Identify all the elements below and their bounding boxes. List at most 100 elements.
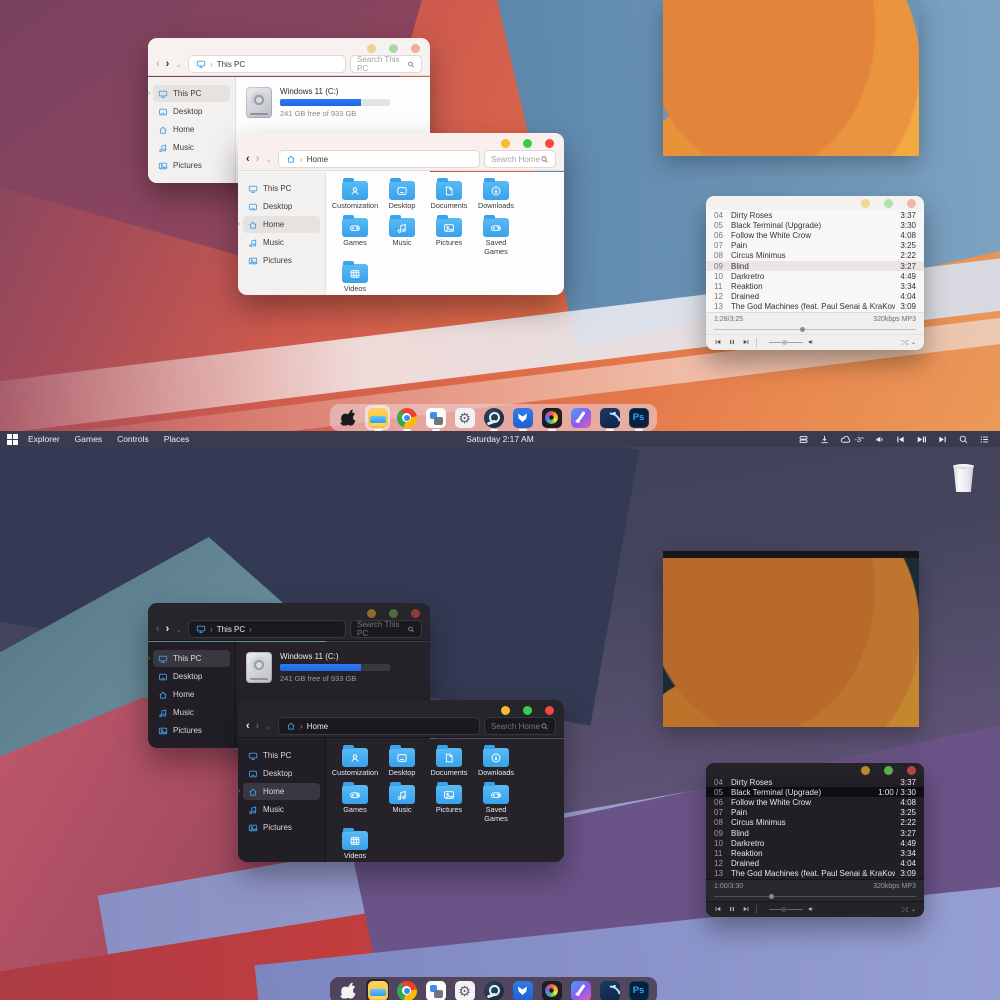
seek-bar[interactable] <box>706 893 924 901</box>
windows-logo-icon[interactable] <box>7 434 18 445</box>
dock-wave-app[interactable] <box>599 980 620 1000</box>
menu-games[interactable]: Games <box>75 434 102 444</box>
dock-chrome[interactable] <box>396 407 417 428</box>
close-button[interactable] <box>545 706 554 715</box>
folder-pictures[interactable]: Pictures <box>432 785 466 823</box>
sidebar-item-home[interactable]: ›Home <box>243 216 320 233</box>
track-row[interactable]: 13The God Machines (feat. Paul Senai & K… <box>706 869 924 879</box>
minimize-button[interactable] <box>861 199 870 208</box>
track-row[interactable]: 07Pain3:25 <box>706 241 924 251</box>
track-row[interactable]: 04Dirty Roses3:37 <box>706 777 924 787</box>
dock-photoshop[interactable]: Ps <box>628 407 649 428</box>
dock-fox-app[interactable] <box>512 980 533 1000</box>
player-header[interactable] <box>706 763 924 777</box>
track-row-playing[interactable]: 05Black Terminal (Upgrade)1:00 / 3:30 <box>706 787 924 797</box>
pause-button[interactable] <box>728 338 736 346</box>
track-row[interactable]: 05Black Terminal (Upgrade)3:30 <box>706 220 924 230</box>
track-row[interactable]: 11Reaktion3:34 <box>706 281 924 291</box>
dock-clipboard-app[interactable] <box>425 407 446 428</box>
volume-slider[interactable] <box>769 338 815 346</box>
address-bar[interactable]: › Home <box>278 717 480 735</box>
minimize-button[interactable] <box>501 706 510 715</box>
folder-pictures[interactable]: Pictures <box>432 218 466 256</box>
close-button[interactable] <box>411 44 420 53</box>
close-button[interactable] <box>545 139 554 148</box>
sidebar-item-home[interactable]: Home <box>153 121 230 138</box>
zoom-button[interactable] <box>389 44 398 53</box>
search-box[interactable]: Search This PC <box>350 55 422 73</box>
sidebar-item-desktop[interactable]: Desktop <box>243 765 320 782</box>
dock-paint-app[interactable] <box>570 407 591 428</box>
address-bar[interactable]: › This PC <box>188 55 346 73</box>
folder-customization[interactable]: Customization <box>338 181 372 210</box>
dock-apple[interactable] <box>338 980 359 1000</box>
zoom-button[interactable] <box>884 766 893 775</box>
folder-downloads[interactable]: Downloads <box>479 181 513 210</box>
dock-wave-app[interactable] <box>599 407 620 428</box>
bloom-image-window-dark[interactable] <box>663 551 919 727</box>
track-row[interactable]: 04Dirty Roses3:37 <box>706 210 924 220</box>
back-button[interactable]: ‹ <box>156 624 160 635</box>
dock-paint-app[interactable] <box>570 980 591 1000</box>
back-button[interactable]: ‹ <box>246 721 250 732</box>
zoom-button[interactable] <box>884 199 893 208</box>
history-caret[interactable]: ⌄ <box>265 722 272 731</box>
sidebar-item-desktop[interactable]: Desktop <box>243 198 320 215</box>
sidebar-item-music[interactable]: Music <box>153 139 230 156</box>
minimize-button[interactable] <box>501 139 510 148</box>
forward-button[interactable]: › <box>166 59 170 70</box>
track-row-selected[interactable]: 09Blind3:27 <box>706 261 924 271</box>
previous-track-button[interactable] <box>714 338 722 346</box>
next-track-button[interactable] <box>742 338 750 346</box>
search-box[interactable]: Search This PC <box>350 620 422 638</box>
dock-photos[interactable] <box>541 407 562 428</box>
sidebar-item-this-pc[interactable]: This PC <box>243 747 320 764</box>
sidebar-item-desktop[interactable]: Desktop <box>153 103 230 120</box>
sidebar-item-home[interactable]: Home <box>153 686 230 703</box>
display-stack-icon[interactable] <box>798 434 809 445</box>
dock-fox-app[interactable] <box>512 407 533 428</box>
sidebar-item-music[interactable]: Music <box>153 704 230 721</box>
shuffle-button[interactable]: ⌄ <box>900 905 916 914</box>
forward-button[interactable]: › <box>256 154 260 165</box>
sidebar-item-pictures[interactable]: Pictures <box>153 722 230 739</box>
track-row[interactable]: 09Blind3:27 <box>706 828 924 838</box>
folder-videos[interactable]: Videos <box>338 831 372 860</box>
folder-saved-games[interactable]: Saved Games <box>479 218 513 256</box>
previous-track-button[interactable] <box>714 905 722 913</box>
address-bar[interactable]: › This PC › <box>188 620 346 638</box>
track-row[interactable]: 06Follow the White Crow4:08 <box>706 797 924 807</box>
forward-button[interactable]: › <box>166 624 170 635</box>
dock-settings[interactable]: ⚙ <box>454 407 475 428</box>
sidebar-item-pictures[interactable]: Pictures <box>243 819 320 836</box>
sidebar-item-this-pc[interactable]: ›This PC <box>153 85 230 102</box>
volume-slider[interactable] <box>769 905 815 913</box>
track-row[interactable]: 11Reaktion3:34 <box>706 848 924 858</box>
shuffle-button[interactable]: ⌄ <box>900 338 916 347</box>
close-button[interactable] <box>907 199 916 208</box>
folder-saved-games[interactable]: Saved Games <box>479 785 513 823</box>
dock-photoshop[interactable]: Ps <box>628 980 649 1000</box>
back-button[interactable]: ‹ <box>246 154 250 165</box>
playlist-icon[interactable] <box>979 434 990 445</box>
sidebar-item-music[interactable]: Music <box>243 801 320 818</box>
address-bar[interactable]: › Home <box>278 150 480 168</box>
window-header[interactable]: ‹ › ⌄ › This PC Search This PC <box>148 38 430 76</box>
back-button[interactable]: ‹ <box>156 59 160 70</box>
track-row[interactable]: 07Pain3:25 <box>706 808 924 818</box>
track-row[interactable]: 06Follow the White Crow4:08 <box>706 230 924 240</box>
track-row[interactable]: 10Darkretro4:49 <box>706 838 924 848</box>
track-row[interactable]: 08Circus Minimus2:22 <box>706 818 924 828</box>
folder-videos[interactable]: Videos <box>338 264 372 293</box>
dock-steam[interactable] <box>483 980 504 1000</box>
dock-chrome[interactable] <box>396 980 417 1000</box>
folder-documents[interactable]: Documents <box>432 181 466 210</box>
expand-chevron-icon[interactable]: › <box>148 90 150 97</box>
history-caret[interactable]: ⌄ <box>265 155 272 164</box>
folder-desktop[interactable]: Desktop <box>385 748 419 777</box>
sidebar-item-this-pc[interactable]: ›This PC <box>153 650 230 667</box>
next-track-icon[interactable] <box>937 434 948 445</box>
search-box[interactable]: Search Home <box>484 717 556 735</box>
history-caret[interactable]: ⌄ <box>175 625 182 634</box>
dock-settings[interactable]: ⚙ <box>454 980 475 1000</box>
